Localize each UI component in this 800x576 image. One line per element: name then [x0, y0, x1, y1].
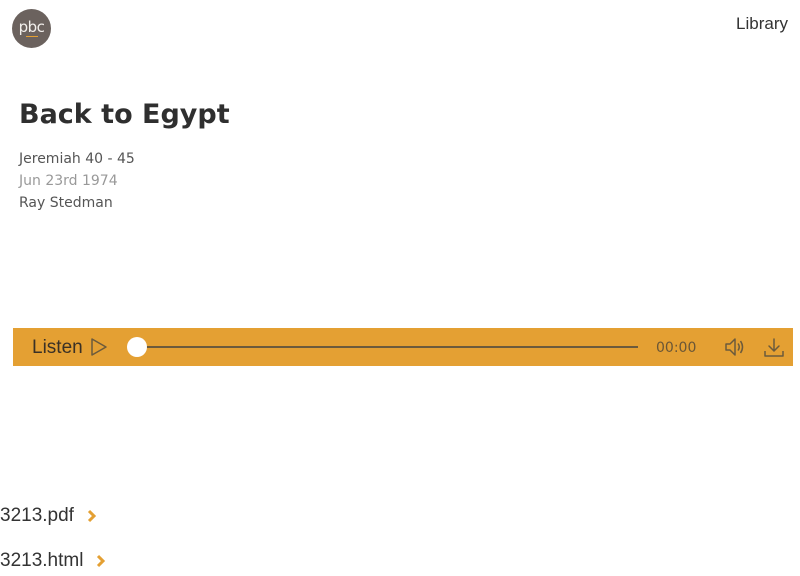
- pbc-logo[interactable]: pbc: [12, 9, 51, 48]
- progress-track[interactable]: [137, 346, 638, 348]
- volume-icon[interactable]: [724, 337, 746, 357]
- file-link-label: 3213.pdf: [0, 505, 74, 526]
- download-icon[interactable]: [763, 337, 785, 359]
- sermon-scripture: Jeremiah 40 - 45: [19, 151, 135, 167]
- listen-label: Listen: [32, 337, 83, 358]
- chevron-right-icon: [87, 509, 97, 523]
- sermon-title: Back to Egypt: [19, 99, 230, 130]
- logo-accent-line: [26, 36, 38, 37]
- file-link-pdf[interactable]: 3213.pdf: [0, 505, 97, 527]
- sermon-date: Jun 23rd 1974: [19, 173, 118, 189]
- file-link-html[interactable]: 3213.html: [0, 550, 106, 572]
- sermon-author: Ray Stedman: [19, 195, 113, 211]
- file-link-label: 3213.html: [0, 550, 84, 571]
- audio-player: Listen 00:00: [13, 328, 793, 366]
- progress-thumb[interactable]: [127, 337, 147, 357]
- time-display: 00:00: [656, 340, 697, 356]
- logo-text: pbc: [18, 17, 45, 36]
- play-icon[interactable]: [89, 337, 109, 357]
- chevron-right-icon: [97, 554, 106, 568]
- nav-library-link[interactable]: Library: [736, 14, 788, 34]
